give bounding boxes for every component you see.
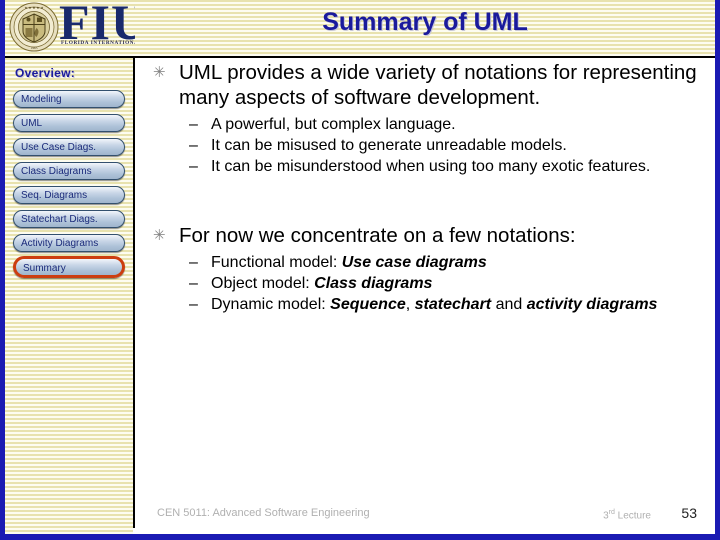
sidebar-heading: Overview: [15, 66, 76, 80]
bullet-level2-text: It can be misunderstood when using too m… [211, 158, 650, 175]
asterisk-bullet-icon: ✳ [153, 227, 166, 244]
bullet-level2: – It can be misunderstood when using too … [137, 156, 715, 177]
sidebar-item-label: UML [21, 118, 43, 129]
slide-content: ✳ UML provides a wide variety of notation… [137, 60, 715, 500]
footer-lecture-label: 3rd Lecture [603, 509, 651, 521]
emphasis-run: Use case diagrams [341, 254, 487, 271]
emphasis-run: activity diagrams [526, 296, 658, 313]
sidebar: Overview: Modeling UML Use Case Diags. Clas… [5, 58, 133, 534]
fiu-logo-subtitle: FLORIDA INTERNATIONAL UNIVERSITY [61, 40, 135, 46]
bullet-level1-text: UML provides a wide variety of notations… [179, 61, 697, 109]
sidebar-item-activity-diagrams[interactable]: Activity Diagrams [13, 234, 125, 252]
sub-bullet-list: – A powerful, but complex language. – It ca… [137, 114, 715, 177]
dash-bullet-icon: – [189, 275, 198, 292]
sidebar-item-label: Seq. Diagrams [21, 190, 88, 201]
fiu-seal-icon: ★ ★ ★ ★ ★ 1965 [9, 2, 59, 52]
bullet-level2-text: Functional model: Use case diagrams [211, 254, 487, 271]
sidebar-item-statechart-diags[interactable]: Statechart Diags. [13, 210, 125, 228]
content-block: ✳ For now we concentrate on a few notatio… [137, 223, 715, 315]
sidebar-item-label: Activity Diagrams [21, 238, 99, 249]
sidebar-nav-list: Modeling UML Use Case Diags. Class Diagrams… [5, 90, 133, 284]
text-run: Object model: [211, 275, 315, 292]
emphasis-run: Class diagrams [314, 275, 433, 292]
bullet-level2: – Object model: Class diagrams [137, 273, 715, 294]
footer-course-label: CEN 5011: Advanced Software Engineering [157, 507, 370, 519]
dash-bullet-icon: – [189, 296, 198, 313]
slide-footer: CEN 5011: Advanced Software Engineering … [137, 505, 715, 527]
text-run: and [491, 296, 527, 313]
dash-bullet-icon: – [189, 116, 198, 133]
slide: ★ ★ ★ ★ ★ 1965 FIU FLORIDA INTERNATIONAL… [0, 0, 720, 540]
bullet-level2-text: It can be misused to generate unreadable… [211, 137, 567, 154]
sidebar-divider [133, 58, 135, 528]
sidebar-item-label: Class Diagrams [21, 166, 92, 177]
content-block: ✳ UML provides a wide variety of notation… [137, 60, 715, 177]
text-run: Dynamic model: [211, 296, 331, 313]
sidebar-item-modeling[interactable]: Modeling [13, 90, 125, 108]
text-run: Functional model: [211, 254, 342, 271]
fiu-logo: ★ ★ ★ ★ ★ 1965 FIU FLORIDA INTERNATIONAL… [5, 0, 135, 56]
bullet-level2-text: Dynamic model: Sequence, statechart and … [211, 296, 657, 313]
bullet-level2-text: Object model: Class diagrams [211, 275, 432, 292]
lecture-word: Lecture [614, 510, 651, 522]
dash-bullet-icon: – [189, 254, 198, 271]
text-run: , [405, 296, 415, 313]
svg-text:1965: 1965 [31, 46, 38, 50]
footer-page-number: 53 [681, 505, 697, 521]
emphasis-run: Sequence [330, 296, 406, 313]
bullet-level1: ✳ For now we concentrate on a few notatio… [137, 223, 715, 248]
bullet-level2: – Functional model: Use case diagrams [137, 252, 715, 273]
sidebar-item-use-case-diags[interactable]: Use Case Diags. [13, 138, 125, 156]
slide-header: ★ ★ ★ ★ ★ 1965 FIU FLORIDA INTERNATIONAL… [5, 0, 715, 58]
asterisk-bullet-icon: ✳ [153, 64, 166, 81]
bullet-level1-text: For now we concentrate on a few notation… [179, 224, 576, 247]
sidebar-item-class-diagrams[interactable]: Class Diagrams [13, 162, 125, 180]
page-title: Summary of UML [322, 8, 528, 36]
bullet-level2-text: A powerful, but complex language. [211, 116, 456, 133]
bullet-level2: – A powerful, but complex language. [137, 114, 715, 135]
sidebar-item-label: Use Case Diags. [21, 142, 97, 153]
bullet-level2: – Dynamic model: Sequence, statechart and… [137, 294, 715, 315]
text-run: A powerful, but complex language. [211, 116, 456, 133]
bullet-level1: ✳ UML provides a wide variety of notation… [137, 60, 715, 110]
emphasis-run: statechart [414, 296, 492, 313]
dash-bullet-icon: – [189, 158, 198, 175]
sidebar-item-uml[interactable]: UML [13, 114, 125, 132]
text-run: It can be misused to generate unreadable… [211, 137, 567, 154]
sidebar-item-summary[interactable]: Summary [13, 256, 125, 278]
sub-bullet-list: – Functional model: Use case diagrams – Obj… [137, 252, 715, 315]
dash-bullet-icon: – [189, 137, 198, 154]
sidebar-item-label: Statechart Diags. [21, 214, 98, 225]
text-run: It can be misunderstood when using too m… [211, 158, 651, 175]
bullet-level2: – It can be misused to generate unreadabl… [137, 135, 715, 156]
svg-text:★ ★ ★ ★ ★: ★ ★ ★ ★ ★ [24, 6, 44, 10]
sidebar-item-label: Summary [23, 263, 66, 274]
sidebar-item-label: Modeling [21, 94, 62, 105]
sidebar-item-seq-diagrams[interactable]: Seq. Diagrams [13, 186, 125, 204]
